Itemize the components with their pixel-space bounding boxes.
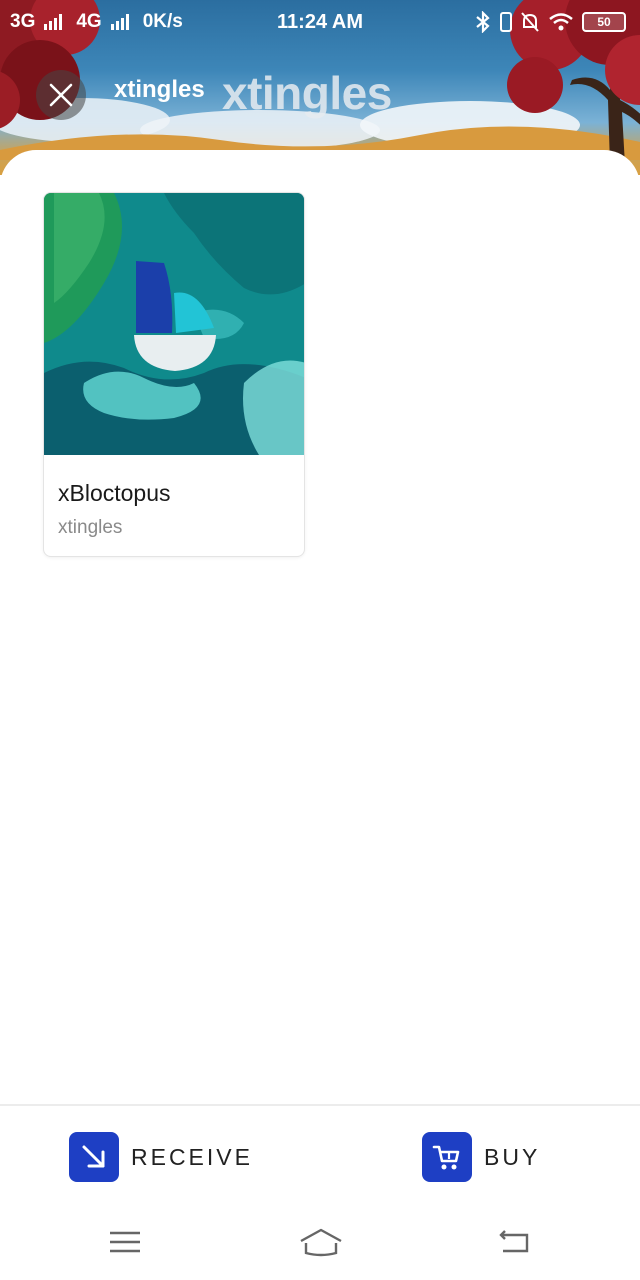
bottom-action-bar: RECEIVE BUY	[0, 1104, 640, 1204]
buy-icon-box	[422, 1132, 472, 1182]
back-icon[interactable]	[497, 1227, 533, 1257]
receive-label: RECEIVE	[131, 1143, 253, 1170]
home-icon[interactable]	[298, 1227, 344, 1257]
close-icon	[49, 83, 73, 107]
close-button[interactable]	[36, 70, 86, 120]
network-type-2: 4G	[76, 11, 102, 32]
receive-arrow-icon	[82, 1145, 105, 1168]
page-title: xtingles	[114, 76, 205, 103]
signal-icon	[44, 14, 63, 30]
system-nav-bar	[0, 1205, 640, 1280]
status-bar: 3G 4G 0K/s 11:24 AM 50	[0, 0, 640, 44]
nft-name: xBloctopus	[58, 480, 171, 506]
nft-card[interactable]: xBloctopus xtingles	[43, 192, 305, 557]
banner-logo-text: xtingles	[222, 67, 392, 119]
bluetooth-icon	[476, 11, 490, 33]
network-type-1: 3G	[10, 11, 36, 32]
battery-indicator: 50	[582, 12, 626, 32]
nft-creator: xtingles	[58, 517, 123, 538]
battery-level: 50	[597, 15, 611, 29]
receive-button[interactable]: RECEIVE	[69, 1132, 253, 1182]
cart-icon	[432, 1145, 460, 1170]
vibrate-icon	[500, 12, 512, 32]
buy-label: BUY	[484, 1143, 541, 1170]
signal-icon	[110, 14, 129, 30]
receive-icon-box	[69, 1132, 119, 1182]
buy-button[interactable]: BUY	[422, 1132, 540, 1182]
network-speed: 0K/s	[142, 11, 183, 32]
nft-artwork	[44, 193, 304, 455]
wifi-icon	[549, 13, 573, 31]
menu-icon[interactable]	[107, 1227, 143, 1257]
clock: 11:24 AM	[277, 10, 363, 33]
mute-icon	[521, 12, 539, 32]
